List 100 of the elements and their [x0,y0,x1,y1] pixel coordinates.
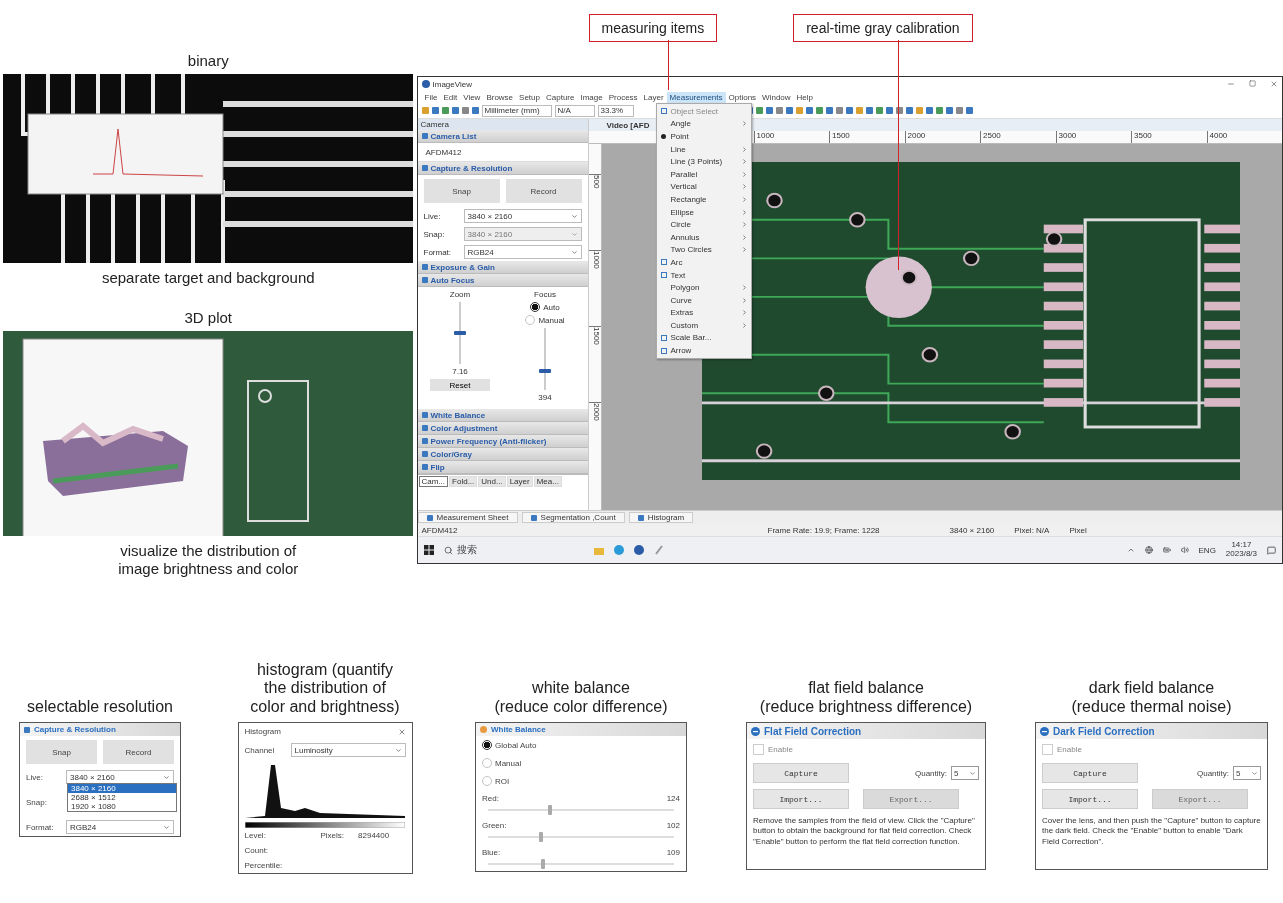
section-header[interactable]: Color Adjustment [417,422,588,435]
menu-item[interactable]: Point [656,130,751,143]
section-header[interactable]: Color/Gray [417,448,588,461]
slider-thumb[interactable] [548,805,553,815]
radio-button[interactable] [482,740,492,750]
section-header[interactable]: Capture & Resolution [417,162,588,175]
select-field[interactable]: RGB24 [66,820,174,834]
menu-item[interactable]: Edit [440,91,461,103]
menu-item[interactable]: Arrow [656,344,751,357]
section-header[interactable]: Camera List [417,130,588,143]
menu-item[interactable]: Layer [640,91,667,103]
dropdown-option[interactable]: 3840 × 2160 [68,784,176,793]
status-text: AFDM412 [421,525,458,535]
section-header[interactable]: Flip [417,461,588,474]
channel-select[interactable]: Luminosity [290,743,406,757]
quantity-spinner[interactable]: 5 [951,766,979,780]
menu-item[interactable]: Process [605,91,641,103]
browser-icon[interactable] [613,545,624,555]
battery-icon[interactable] [1162,546,1171,554]
menu-item[interactable]: Parallel [656,167,751,181]
brush-icon[interactable] [653,545,664,555]
bottom-tab[interactable]: Histogram [628,512,694,523]
slider-thumb[interactable] [540,859,545,869]
slider-thumb[interactable] [538,832,543,842]
menu-item[interactable]: Angle [656,117,751,131]
menu-item[interactable]: Text [656,268,751,282]
menu-item[interactable]: View [460,91,484,103]
language-indicator[interactable]: ENG [1198,545,1216,555]
checkbox[interactable] [753,744,764,755]
slider-thumb[interactable] [539,368,551,373]
menu-item[interactable]: Measurements [666,91,726,103]
dock-tab[interactable]: Mea... [533,476,562,487]
zoom-select[interactable]: 33.3% [597,104,634,117]
select-field[interactable]: 3840 × 2160 [66,770,174,784]
panel-header[interactable]: White Balance [476,723,686,736]
dock-tab[interactable]: Und... [478,476,506,487]
menu-item[interactable]: Browse [483,91,517,103]
taskbar-search[interactable]: 搜索 [443,543,584,557]
capture-button[interactable]: Capture [753,763,849,783]
panel-header[interactable]: Flat Field Correction [747,723,985,739]
network-icon[interactable] [1144,546,1153,554]
menu-item[interactable]: Rectangle [656,193,751,206]
import-button[interactable]: Import... [1042,789,1138,809]
maximize-icon[interactable] [1249,80,1256,87]
snap-button[interactable]: Snap [26,740,97,764]
menu-item[interactable]: Ellipse [656,205,751,219]
slider-thumb[interactable] [454,331,466,335]
dock-tab[interactable]: Cam... [418,476,449,487]
radio-button[interactable] [530,302,541,312]
close-icon[interactable] [397,727,406,736]
menu-item[interactable]: Setup [516,91,543,103]
capture-button[interactable]: Capture [1042,763,1138,783]
snap-button[interactable]: Snap [423,179,500,203]
menu-item[interactable]: Options [725,91,760,103]
menu-item[interactable]: Capture [543,91,578,103]
figure-caption: separate target and background [101,268,315,287]
value-select[interactable]: N/A [554,104,595,117]
volume-icon[interactable] [1180,546,1189,554]
tray-expand-icon[interactable] [1126,546,1135,554]
menu-item[interactable]: Vertical [656,180,751,194]
section-header[interactable]: Exposure & Gain [417,261,588,274]
menu-item[interactable]: Image [577,91,606,103]
quantity-spinner[interactable]: 5 [1233,766,1261,780]
document-tab[interactable]: Video [AFD [604,120,652,130]
notification-icon[interactable] [1267,545,1276,555]
reset-button[interactable]: Reset [430,379,490,391]
unit-select[interactable]: Millimeter (mm) [481,104,552,117]
section-header[interactable]: Power Frequency (Anti-flicker) [417,435,588,448]
menu-item[interactable]: Extras [656,306,751,320]
import-button[interactable]: Import... [753,789,849,809]
menu-item[interactable]: Scale Bar... [656,331,751,345]
menu-item[interactable]: Line [656,142,751,156]
menu-item[interactable]: Custom [656,319,751,332]
dock-tab[interactable]: Fold... [449,476,478,487]
panel-header[interactable]: Dark Field Correction [1036,723,1267,739]
bottom-tab[interactable]: Measurement Sheet [417,512,518,523]
bottom-tab[interactable]: Segmentation ,Count [521,512,625,523]
menu-item[interactable]: Annulus [656,230,751,244]
menu-item[interactable]: Arc [656,256,751,269]
select-field[interactable]: 3840 × 2160 [463,209,582,223]
menu-item[interactable]: File [421,91,441,103]
taskbar-clock[interactable]: 14:17 2023/8/3 [1225,541,1257,559]
panel-header[interactable]: Capture & Resolution [20,723,180,736]
menu-item[interactable]: Circle [656,218,751,231]
checkbox[interactable] [1042,744,1053,755]
record-button[interactable]: Record [103,740,174,764]
start-icon[interactable] [423,545,434,555]
menu-item[interactable]: Polygon [656,281,751,294]
menu-item[interactable]: Curve [656,293,751,307]
app-icon[interactable] [633,545,644,555]
section-header[interactable]: White Balance [417,409,588,422]
menu-item[interactable]: Help [793,91,816,103]
section-header[interactable]: Auto Focus [417,274,588,287]
select-field[interactable]: RGB24 [463,245,582,259]
close-icon[interactable] [1270,80,1278,88]
menu-item[interactable]: Line (3 Points) [656,155,751,168]
record-button[interactable]: Record [505,179,582,203]
dock-tab[interactable]: Layer [506,476,533,487]
menu-item[interactable]: Window [759,91,794,103]
menu-item[interactable]: Two Circles [656,243,751,257]
